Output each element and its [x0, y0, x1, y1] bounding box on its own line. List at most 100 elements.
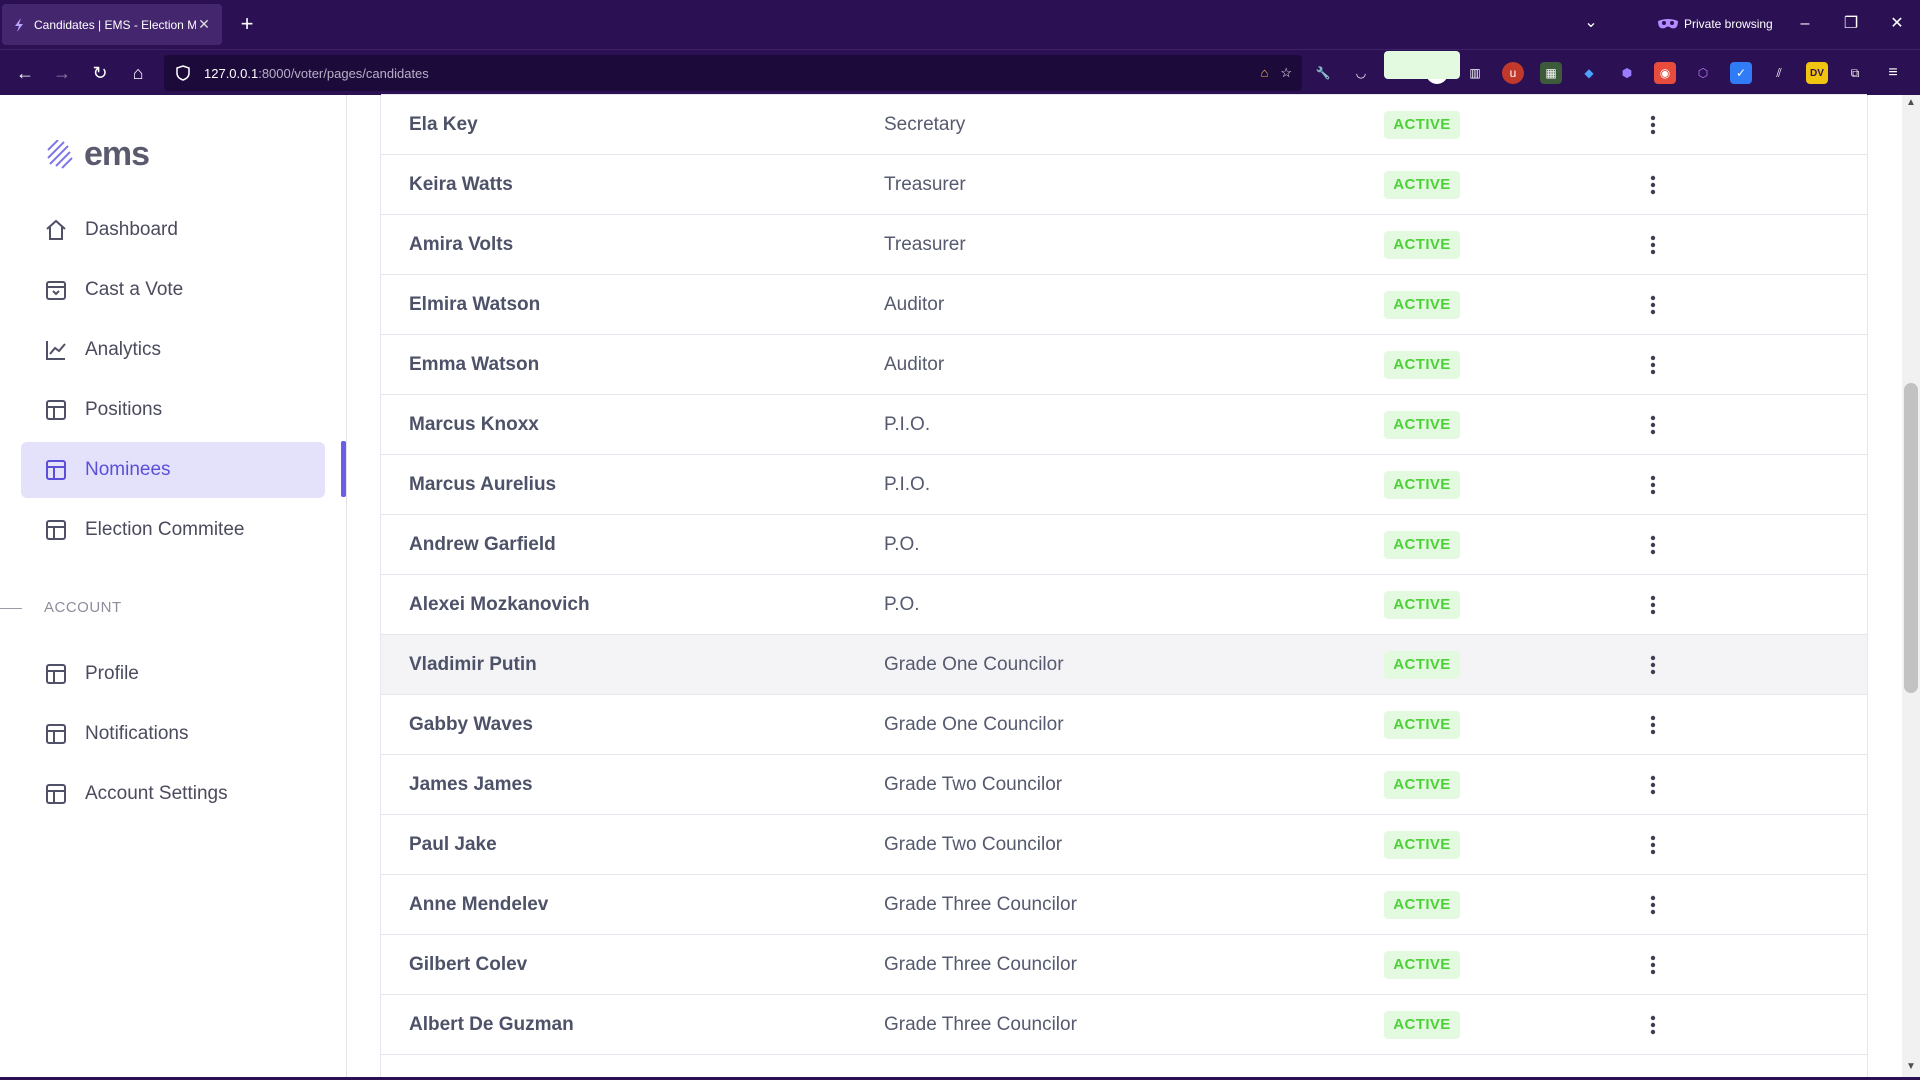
menu-hamburger-icon[interactable]: ≡ [1882, 62, 1904, 84]
sidebar-item-cast-a-vote[interactable]: Cast a Vote [21, 262, 325, 318]
more-options-kebab-icon[interactable] [1643, 110, 1663, 140]
sidebar-item-notifications[interactable]: Notifications [21, 706, 325, 762]
sidebar-item-label: Election Commitee [85, 519, 245, 540]
minimize-window-button[interactable]: – [1790, 10, 1820, 38]
layout-icon [44, 782, 68, 806]
candidate-name: Paul Jake [409, 833, 497, 855]
sidebar-item-positions[interactable]: Positions [21, 382, 325, 438]
sidebar: ems Dashboard Cast a Vote Analytics Posi… [0, 95, 347, 1080]
close-window-button[interactable]: ✕ [1882, 10, 1912, 38]
scroll-down-arrow-icon[interactable]: ▼ [1902, 1061, 1920, 1077]
table-row[interactable]: Paul Jake Grade Two Councilor ACTIVE [381, 815, 1867, 875]
site-favicon-icon [12, 17, 26, 32]
status-badge: ACTIVE [1384, 410, 1460, 439]
sidebar-item-analytics[interactable]: Analytics [21, 322, 325, 378]
candidate-position: Treasurer [884, 233, 966, 255]
sidebar-item-label: Nominees [85, 459, 171, 480]
sidebar-item-label: Analytics [85, 339, 162, 360]
more-options-kebab-icon[interactable] [1643, 410, 1663, 440]
candidate-position: P.I.O. [884, 473, 931, 495]
status-badge: ACTIVE [1384, 1010, 1460, 1039]
candidate-name: Elmira Watson [409, 293, 541, 315]
status-badge: ACTIVE [1384, 710, 1460, 739]
sidebar-item-label: Profile [85, 663, 139, 684]
scrollbar-thumb[interactable] [1904, 383, 1918, 693]
app-logo[interactable]: ems [44, 135, 150, 174]
more-options-kebab-icon[interactable] [1643, 590, 1663, 620]
more-options-kebab-icon[interactable] [1643, 950, 1663, 980]
sidebar-item-label: Account Settings [85, 783, 228, 804]
shield-icon[interactable] [174, 64, 192, 82]
candidate-name: Marcus Aurelius [409, 473, 557, 495]
new-tab-button[interactable]: + [236, 11, 258, 37]
sidebar-item-election-commitee[interactable]: Election Commitee [21, 502, 325, 558]
more-options-kebab-icon[interactable] [1643, 470, 1663, 500]
candidate-position: P.O. [884, 593, 920, 615]
more-options-kebab-icon[interactable] [1643, 350, 1663, 380]
sidebar-item-profile[interactable]: Profile [21, 646, 325, 702]
logo-text: ems [84, 135, 150, 173]
table-row[interactable]: Emma Watson Auditor ACTIVE [381, 335, 1867, 395]
layout-icon [44, 458, 68, 482]
account-section-label: ACCOUNT [44, 599, 122, 616]
table-row[interactable]: Marcus Knoxx P.I.O. ACTIVE [381, 395, 1867, 455]
table-row[interactable]: Marcus Aurelius P.I.O. ACTIVE [381, 455, 1867, 515]
status-badge: ACTIVE [1384, 770, 1460, 799]
table-row[interactable]: Anne Mendelev Grade Three Councilor ACTIVE [381, 875, 1867, 935]
more-options-kebab-icon[interactable] [1643, 890, 1663, 920]
candidate-name: Gilbert Colev [409, 953, 528, 975]
table-row[interactable]: Andrew Garfield P.O. ACTIVE [381, 515, 1867, 575]
status-badge: ACTIVE [1384, 470, 1460, 499]
candidate-position: Grade Three Councilor [884, 1013, 1077, 1035]
close-tab-icon[interactable]: ✕ [196, 16, 212, 33]
table-row[interactable]: James James Grade Two Councilor ACTIVE [381, 755, 1867, 815]
home-button-icon[interactable]: ⌂ [123, 58, 153, 88]
sidebar-item-nominees[interactable]: Nominees [21, 442, 325, 498]
table-row[interactable]: Keira Watts Treasurer ACTIVE [381, 155, 1867, 215]
candidate-name: Vladimir Putin [409, 653, 537, 675]
table-row[interactable]: Ela Key Secretary ACTIVE [381, 95, 1867, 155]
sidebar-item-dashboard[interactable]: Dashboard [21, 202, 325, 258]
table-row[interactable]: Vladimir Putin Grade One Councilor ACTIVE [381, 635, 1867, 695]
more-options-kebab-icon[interactable] [1643, 170, 1663, 200]
candidate-name: Ela Key [409, 113, 478, 135]
candidate-position: Auditor [884, 353, 945, 375]
forward-arrow-icon[interactable]: → [47, 58, 77, 88]
more-options-kebab-icon[interactable] [1643, 230, 1663, 260]
home-icon [44, 218, 68, 242]
list-tabs-chevron-down-icon[interactable]: ⌄ [1580, 12, 1602, 36]
status-badge: ACTIVE [1384, 530, 1460, 559]
active-indicator [341, 441, 346, 497]
candidate-position: Auditor [884, 293, 945, 315]
vote-box-icon [44, 278, 68, 302]
layout-icon [44, 518, 68, 542]
sidebar-item-account-settings[interactable]: Account Settings [21, 766, 325, 822]
nominees-table: Ela Key Secretary ACTIVE Keira Watts Treasur… [380, 50, 1868, 1080]
layout-icon [44, 398, 68, 422]
sidebar-item-label: Cast a Vote [85, 279, 184, 300]
more-options-kebab-icon[interactable] [1643, 650, 1663, 680]
status-badge: ACTIVE [1384, 890, 1460, 919]
table-row[interactable]: Elmira Watson Auditor ACTIVE [381, 275, 1867, 335]
more-options-kebab-icon[interactable] [1643, 530, 1663, 560]
more-options-kebab-icon[interactable] [1643, 830, 1663, 860]
page-content: ems Dashboard Cast a Vote Analytics Posi… [0, 50, 1920, 1080]
table-row[interactable]: Alexei Mozkanovich P.O. ACTIVE [381, 575, 1867, 635]
candidate-name: Amira Volts [409, 233, 514, 255]
more-options-kebab-icon[interactable] [1643, 710, 1663, 740]
table-row[interactable]: Amira Volts Treasurer ACTIVE [381, 215, 1867, 275]
layout-icon [44, 662, 68, 686]
table-row[interactable]: Gilbert Colev Grade Three Councilor ACTIVE [381, 935, 1867, 995]
private-mask-icon [1658, 19, 1678, 29]
browser-tab[interactable]: Candidates | EMS - Election Ma ✕ [2, 4, 222, 45]
reload-icon[interactable]: ↻ [85, 58, 115, 88]
restore-window-button[interactable]: ❐ [1836, 10, 1866, 38]
more-options-kebab-icon[interactable] [1643, 1010, 1663, 1040]
candidate-position: Grade Three Councilor [884, 953, 1077, 975]
table-row[interactable]: Gabby Waves Grade One Councilor ACTIVE [381, 695, 1867, 755]
more-options-kebab-icon[interactable] [1643, 770, 1663, 800]
back-arrow-icon[interactable]: ← [10, 58, 40, 88]
scroll-up-arrow-icon[interactable]: ▲ [1902, 97, 1920, 113]
table-row[interactable]: Albert De Guzman Grade Three Councilor ACT… [381, 995, 1867, 1055]
more-options-kebab-icon[interactable] [1643, 290, 1663, 320]
